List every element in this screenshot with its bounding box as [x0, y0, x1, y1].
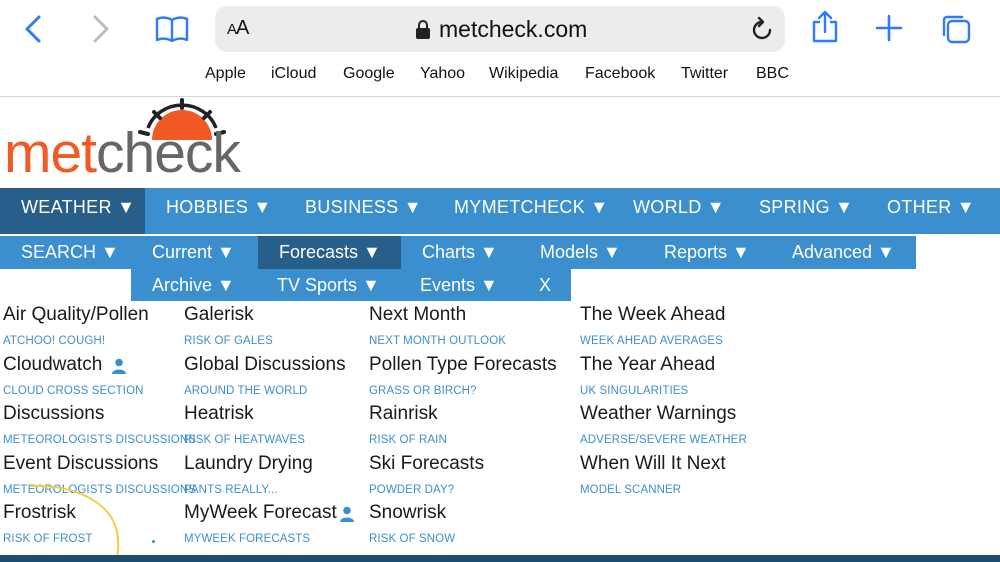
menu-subtitle[interactable]: METEOROLOGISTS DISCUSSIONS	[3, 434, 196, 446]
person-icon	[112, 358, 126, 379]
menu-item-air-quality[interactable]: Air Quality/Pollen	[3, 304, 149, 326]
menu-subtitle[interactable]: ADVERSE/SEVERE WEATHER	[580, 434, 747, 446]
favorite-bbc[interactable]: BBC	[756, 65, 789, 83]
menu-subtitle[interactable]: RISK OF RAIN	[369, 434, 447, 446]
person-icon	[340, 506, 354, 527]
favorite-facebook[interactable]: Facebook	[585, 65, 655, 83]
nav-reports[interactable]: Reports ▼	[664, 236, 750, 269]
nav-models[interactable]: Models ▼	[540, 236, 621, 269]
menu-subtitle[interactable]: RISK OF GALES	[184, 335, 273, 347]
footer-bar	[0, 555, 1000, 562]
menu-item-week-ahead[interactable]: The Week Ahead	[580, 304, 725, 326]
text-size-button[interactable]: AA	[227, 17, 249, 40]
menu-item-galerisk[interactable]: Galerisk	[184, 304, 254, 326]
bookmarks-icon[interactable]	[155, 14, 189, 49]
nav-other[interactable]: OTHER ▼	[887, 188, 975, 234]
primary-nav: WEATHER ▼ HOBBIES ▼ BUSINESS ▼ MYMETCHEC…	[0, 188, 1000, 234]
reload-icon[interactable]	[749, 16, 775, 49]
nav-business[interactable]: BUSINESS ▼	[305, 188, 422, 234]
nav-world[interactable]: WORLD ▼	[633, 188, 725, 234]
nav-close[interactable]: X	[539, 269, 551, 302]
secondary-nav: SEARCH ▼ Current ▼ Forecasts ▼ Charts ▼ …	[0, 236, 916, 269]
share-icon[interactable]	[810, 10, 840, 49]
menu-subtitle[interactable]: PANTS REALLY...	[184, 484, 278, 496]
favorite-apple[interactable]: Apple	[205, 65, 246, 83]
nav-mymetcheck[interactable]: MYMETCHECK ▼	[454, 188, 608, 234]
back-icon[interactable]	[22, 14, 46, 49]
menu-item-heatrisk[interactable]: Heatrisk	[184, 403, 254, 425]
menu-subtitle[interactable]: MYWEEK FORECASTS	[184, 533, 310, 545]
menu-subtitle[interactable]: RISK OF HEATWAVES	[184, 434, 305, 446]
nav-archive[interactable]: Archive ▼	[152, 269, 235, 302]
menu-item-ski-forecasts[interactable]: Ski Forecasts	[369, 453, 484, 475]
menu-subtitle[interactable]: WEEK AHEAD AVERAGES	[580, 335, 723, 347]
menu-item-discussions[interactable]: Discussions	[3, 403, 104, 425]
menu-item-pollen-type-forecasts[interactable]: Pollen Type Forecasts	[369, 354, 557, 376]
menu-subtitle[interactable]: CLOUD CROSS SECTION	[3, 385, 144, 397]
menu-item-cloudwatch[interactable]: Cloudwatch	[3, 354, 102, 376]
new-tab-icon[interactable]	[875, 14, 903, 47]
nav-charts[interactable]: Charts ▼	[422, 236, 498, 269]
menu-item-next-month[interactable]: Next Month	[369, 304, 466, 326]
menu-subtitle[interactable]: NEXT MONTH OUTLOOK	[369, 335, 506, 347]
menu-subtitle[interactable]: RISK OF SNOW	[369, 533, 455, 545]
favorite-wikipedia[interactable]: Wikipedia	[489, 65, 558, 83]
menu-item-laundry-drying[interactable]: Laundry Drying	[184, 453, 313, 475]
logo-wordmark: metcheck	[4, 121, 241, 185]
menu-item-myweek-forecast[interactable]: MyWeek Forecast	[184, 502, 337, 524]
forward-icon[interactable]	[88, 14, 112, 49]
favorite-google[interactable]: Google	[343, 65, 395, 83]
menu-subtitle[interactable]: MODEL SCANNER	[580, 484, 681, 496]
favorite-yahoo[interactable]: Yahoo	[420, 65, 465, 83]
address-bar[interactable]: AA metcheck.com	[215, 6, 785, 52]
lock-icon	[415, 20, 431, 45]
site-logo[interactable]: metcheck	[4, 98, 254, 185]
browser-toolbar: AA metcheck.com Apple iCloud Google Yaho…	[0, 0, 1000, 97]
favorite-icloud[interactable]: iCloud	[271, 65, 316, 83]
nav-forecasts[interactable]: Forecasts ▼	[258, 236, 401, 269]
nav-advanced[interactable]: Advanced ▼	[792, 236, 895, 269]
menu-subtitle[interactable]: GRASS OR BIRCH?	[369, 385, 477, 397]
annotation-stroke	[29, 484, 120, 562]
url-text: metcheck.com	[439, 16, 588, 42]
favorite-twitter[interactable]: Twitter	[681, 65, 728, 83]
menu-item-snowrisk[interactable]: Snowrisk	[369, 502, 446, 524]
menu-item-year-ahead[interactable]: The Year Ahead	[580, 354, 715, 376]
dot-marker	[152, 540, 155, 543]
nav-hobbies[interactable]: HOBBIES ▼	[166, 188, 272, 234]
nav-spring[interactable]: SPRING ▼	[759, 188, 853, 234]
tabs-icon[interactable]	[940, 13, 972, 50]
menu-item-weather-warnings[interactable]: Weather Warnings	[580, 403, 736, 425]
menu-subtitle[interactable]: AROUND THE WORLD	[184, 385, 307, 397]
menu-item-global-discussions[interactable]: Global Discussions	[184, 354, 346, 376]
menu-subtitle[interactable]: UK SINGULARITIES	[580, 385, 688, 397]
menu-subtitle[interactable]: POWDER DAY?	[369, 484, 454, 496]
menu-item-when-will-it-next[interactable]: When Will It Next	[580, 453, 726, 475]
nav-search[interactable]: SEARCH ▼	[21, 236, 119, 269]
nav-weather[interactable]: WEATHER ▼	[0, 188, 145, 234]
secondary-nav-row2: Archive ▼ TV Sports ▼ Events ▼ X	[131, 269, 571, 301]
nav-events[interactable]: Events ▼	[420, 269, 498, 302]
menu-item-rainrisk[interactable]: Rainrisk	[369, 403, 438, 425]
nav-tv-sports[interactable]: TV Sports ▼	[277, 269, 380, 302]
nav-current[interactable]: Current ▼	[152, 236, 235, 269]
menu-subtitle[interactable]: ATCHOO! COUGH!	[3, 335, 105, 347]
